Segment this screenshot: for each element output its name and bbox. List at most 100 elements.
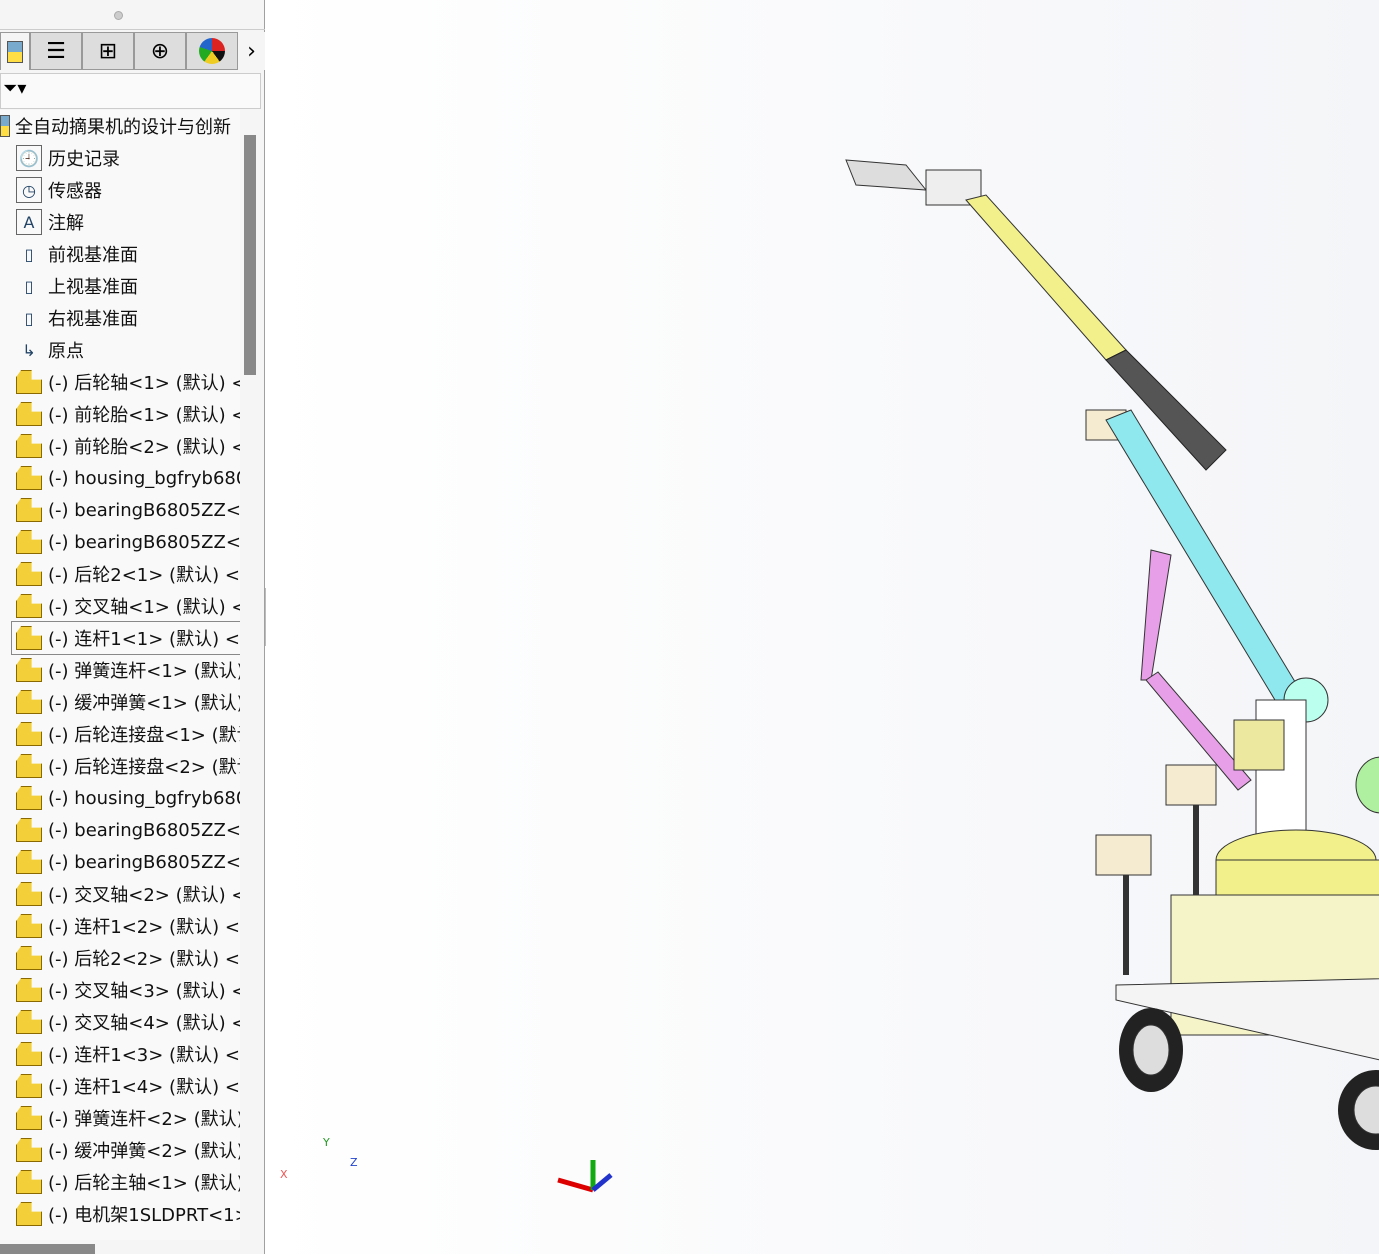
part-icon <box>16 1105 42 1131</box>
dimxpert-icon: ⊕ <box>150 38 170 64</box>
tree-horizontal-scrollbar[interactable] <box>0 1244 95 1254</box>
tree-item[interactable]: (-) 电机架1SLDPRT<1> <box>0 1198 240 1230</box>
part-icon <box>16 753 42 779</box>
tree-item-label: (-) 缓冲弹簧<1> (默认) <box>48 693 240 714</box>
tree-item[interactable]: ◷ 传感器 <box>0 174 240 206</box>
part-icon <box>16 1073 42 1099</box>
dimxpert-tab[interactable]: ⊕ <box>134 32 186 70</box>
tree-item[interactable]: (-) bearingB6805ZZ<3 <box>0 814 240 846</box>
tree-item-label: (-) 连杆1<1> (默认) << <box>48 629 240 650</box>
property-manager-tab[interactable]: ☰ <box>30 32 82 70</box>
tree-item-label: 注解 <box>48 213 84 234</box>
feature-manager-tab[interactable] <box>0 32 30 70</box>
tree-root[interactable]: 全自动摘果机的设计与创新 <box>0 110 240 142</box>
tree-item[interactable]: (-) bearingB6805ZZ<4 <box>0 846 240 878</box>
tree-item[interactable]: ▯ 前视基准面 <box>0 238 240 270</box>
tree-item-label: (-) 前轮胎<2> (默认) < <box>48 437 240 458</box>
tree-item[interactable]: (-) 后轮轴<1> (默认) < <box>0 366 240 398</box>
triad-z-label: Z <box>350 1156 358 1169</box>
tree-item-label: (-) 后轮2<1> (默认) << <box>48 565 240 586</box>
tree-vertical-scrollbar[interactable] <box>244 135 256 375</box>
tree-item[interactable]: (-) 后轮2<1> (默认) << <box>0 558 240 590</box>
property-manager-icon: ☰ <box>46 38 66 64</box>
tree-item[interactable]: (-) 弹簧连杆<2> (默认) <box>0 1102 240 1134</box>
tree-item-label: (-) 后轮主轴<1> (默认) <box>48 1173 240 1194</box>
tree-item[interactable]: (-) 前轮胎<1> (默认) < <box>0 398 240 430</box>
part-icon <box>16 1137 42 1163</box>
tree-item-label: (-) 前轮胎<1> (默认) < <box>48 405 240 426</box>
part-icon <box>16 1041 42 1067</box>
graphics-viewport[interactable] <box>266 0 1379 1254</box>
configuration-manager-icon: ⊞ <box>98 38 118 64</box>
tree-item[interactable]: ↳ 原点 <box>0 334 240 366</box>
panel-grip[interactable] <box>0 0 265 30</box>
triad-y-label: Y <box>323 1136 330 1149</box>
tree-item-label: 原点 <box>48 341 84 362</box>
tree-item[interactable]: (-) 前轮胎<2> (默认) < <box>0 430 240 462</box>
annotation-folder-icon: A <box>16 209 42 235</box>
tree-item-label: 前视基准面 <box>48 245 138 266</box>
part-icon <box>16 561 42 587</box>
part-icon <box>16 849 42 875</box>
tree-item[interactable]: (-) 连杆1<4> (默认) << <box>0 1070 240 1102</box>
origin-icon: ↳ <box>22 340 36 360</box>
tree-item[interactable]: (-) 交叉轴<4> (默认) < <box>0 1006 240 1038</box>
tree-item[interactable]: (-) 后轮主轴<1> (默认) <box>0 1166 240 1198</box>
tree-item[interactable]: ▯ 右视基准面 <box>0 302 240 334</box>
part-icon <box>16 593 42 619</box>
display-manager-tab[interactable] <box>186 32 238 70</box>
tree-item-label: (-) 交叉轴<4> (默认) < <box>48 1013 240 1034</box>
tree-item-label: (-) 后轮轴<1> (默认) < <box>48 373 240 394</box>
more-tabs-button[interactable]: › <box>238 32 265 70</box>
part-icon <box>16 913 42 939</box>
tree-item[interactable]: (-) 后轮连接盘<2> (默认 <box>0 750 240 782</box>
configuration-manager-tab[interactable]: ⊞ <box>82 32 134 70</box>
tree-item[interactable]: A 注解 <box>0 206 240 238</box>
tree-item[interactable]: 🕘 历史记录 <box>0 142 240 174</box>
tree-item[interactable]: (-) 交叉轴<2> (默认) < <box>0 878 240 910</box>
tree-item[interactable]: (-) 连杆1<1> (默认) << <box>11 621 240 655</box>
tree-item-label: (-) 连杆1<2> (默认) << <box>48 917 240 938</box>
part-icon <box>16 977 42 1003</box>
tree-item-label: (-) 弹簧连杆<1> (默认) <box>48 661 240 682</box>
tree-item-label: 右视基准面 <box>48 309 138 330</box>
feature-tree: 全自动摘果机的设计与创新 🕘 历史记录 ◷ 传感器 A 注解 ▯ 前视基准面 ▯ 上视基准面 ▯ 右视… <box>0 110 240 1240</box>
tree-item[interactable]: (-) 后轮连接盘<1> (默认 <box>0 718 240 750</box>
tree-item[interactable]: (-) 连杆1<2> (默认) << <box>0 910 240 942</box>
tree-item[interactable]: (-) 连杆1<3> (默认) << <box>0 1038 240 1070</box>
part-icon <box>16 689 42 715</box>
tree-item[interactable]: ▯ 上视基准面 <box>0 270 240 302</box>
feature-manager-panel: ☰ ⊞ ⊕ › ⏷▾ 全自动摘果机的设计与创新 🕘 历史记录 ◷ 传感器 A 注解 ▯ 前视基… <box>0 0 265 1254</box>
part-icon <box>16 497 42 523</box>
tree-item-label: (-) bearingB6805ZZ<4 <box>48 851 240 873</box>
assembly-model <box>557 159 1379 1193</box>
tree-item-label: (-) 连杆1<4> (默认) << <box>48 1077 240 1098</box>
tree-item[interactable]: (-) housing_bgfryb680 <box>0 462 240 494</box>
plane-icon: ▯ <box>24 276 34 296</box>
tree-item[interactable]: (-) 弹簧连杆<1> (默认) <box>0 654 240 686</box>
tree-item[interactable]: (-) 缓冲弹簧<2> (默认) <box>0 1134 240 1166</box>
tree-item-label: (-) 连杆1<3> (默认) << <box>48 1045 240 1066</box>
tree-item[interactable]: (-) housing_bgfryb680 <box>0 782 240 814</box>
tree-item[interactable]: (-) 缓冲弹簧<1> (默认) <box>0 686 240 718</box>
tree-item-label: (-) bearingB6805ZZ<1 <box>48 499 240 521</box>
plane-icon: ▯ <box>24 308 34 328</box>
part-icon <box>16 1009 42 1035</box>
tree-item[interactable]: (-) 后轮2<2> (默认) << <box>0 942 240 974</box>
part-icon <box>16 625 42 651</box>
tree-item[interactable]: (-) 交叉轴<3> (默认) < <box>0 974 240 1006</box>
tree-item[interactable]: (-) bearingB6805ZZ<2 <box>0 526 240 558</box>
part-icon <box>16 785 42 811</box>
manager-tabs: ☰ ⊞ ⊕ › <box>0 32 265 70</box>
tree-item-label: (-) 交叉轴<1> (默认) < <box>48 597 240 618</box>
sensor-folder-icon: ◷ <box>16 177 42 203</box>
part-icon <box>16 817 42 843</box>
part-icon <box>16 945 42 971</box>
tree-item-label: (-) bearingB6805ZZ<2 <box>48 531 240 553</box>
part-icon <box>16 369 42 395</box>
part-icon <box>16 1169 42 1195</box>
filter-bar[interactable]: ⏷▾ <box>0 73 261 109</box>
tree-item[interactable]: (-) bearingB6805ZZ<1 <box>0 494 240 526</box>
tree-item-label: (-) 弹簧连杆<2> (默认) <box>48 1109 240 1130</box>
tree-item[interactable]: (-) 交叉轴<1> (默认) < <box>0 590 240 622</box>
